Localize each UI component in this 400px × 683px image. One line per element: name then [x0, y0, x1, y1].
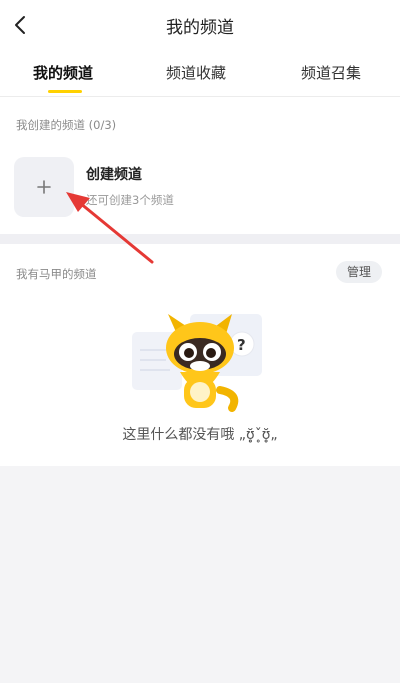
page-title: 我的频道: [166, 18, 234, 38]
created-channels-section: 我创建的频道 (0/3) 创建频道 还可创建3个频道: [0, 97, 400, 234]
tab-recruit[interactable]: 频道召集: [301, 62, 361, 83]
active-tab-indicator: [48, 90, 82, 93]
tab-my-channels[interactable]: 我的频道: [33, 62, 93, 83]
tab-bar: 我的频道 频道收藏 频道召集: [0, 50, 400, 97]
svg-text:?: ?: [237, 336, 246, 354]
top-bar: 我的频道: [0, 0, 400, 50]
created-section-label: 我创建的频道 (0/3): [16, 118, 117, 132]
create-channel-button[interactable]: [14, 157, 74, 217]
section-divider: [0, 234, 400, 244]
manage-button[interactable]: 管理: [336, 261, 382, 283]
alt-section-label: 我有马甲的频道: [16, 267, 97, 281]
create-channel-title[interactable]: 创建频道: [86, 164, 142, 184]
alt-account-channels-section: 我有马甲的频道 管理 ? 这里什么都没有哦 „ʊ̥̥̥̆ˇ̥ʊ̥̥̆„: [0, 244, 400, 466]
empty-state-text: 这里什么都没有哦 „ʊ̥̥̥̆ˇ̥ʊ̥̥̆„: [122, 427, 278, 443]
tab-favorites[interactable]: 频道收藏: [166, 62, 226, 83]
raccoon-question-illustration: ?: [132, 314, 262, 412]
create-channel-subtitle: 还可创建3个频道: [86, 193, 174, 207]
plus-icon: [37, 180, 51, 194]
